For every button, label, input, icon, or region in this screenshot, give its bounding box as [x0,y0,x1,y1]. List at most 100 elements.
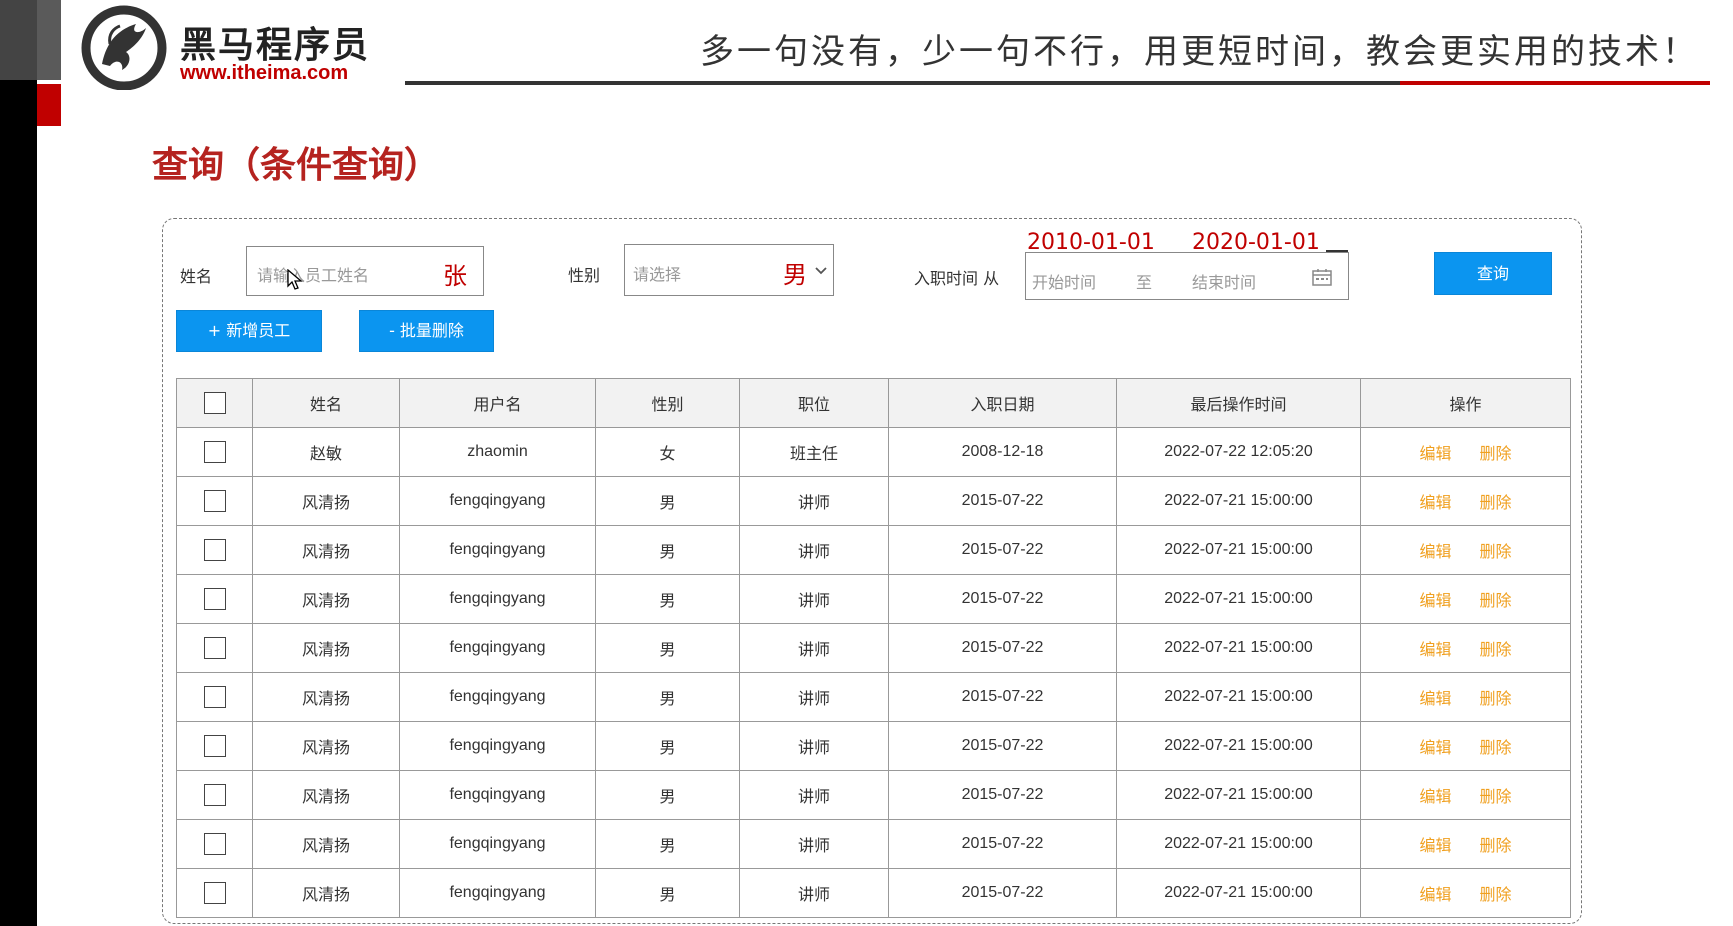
table-cell: 讲师 [739,770,889,820]
left-decor-grey-bar [37,0,61,80]
row-select-cell [176,819,253,869]
table-cell: zhaomin [399,427,596,477]
brand-name: 黑马程序员 [180,25,371,66]
edit-link[interactable]: 编辑 [1419,593,1451,610]
row-select-cell [176,574,253,624]
row-checkbox[interactable] [203,735,226,757]
date-start-input[interactable]: 开始时间 [1032,269,1096,293]
add-employee-button[interactable]: + 新增员工 [176,310,322,352]
row-actions-cell: 编辑 删除 [1360,525,1571,575]
row-checkbox[interactable] [203,637,226,659]
table-cell: 2015-07-22 [888,672,1117,722]
edit-link[interactable]: 编辑 [1419,691,1451,708]
date-end-input[interactable]: 结束时间 [1192,269,1256,293]
row-select-cell [176,476,253,526]
row-checkbox[interactable] [203,441,226,463]
gender-filter-placeholder: 请选择 [633,265,682,284]
delete-link[interactable]: 删除 [1480,789,1512,806]
left-decor-grey [0,0,37,80]
select-all-checkbox[interactable] [203,392,226,414]
edit-link[interactable]: 编辑 [1419,789,1451,806]
table-cell: fengqingyang [399,770,596,820]
row-checkbox[interactable] [203,539,226,561]
table-cell: 2022-07-21 15:00:00 [1116,868,1361,918]
table-row: 风清扬 fengqingyang 男讲师 2015-07-22 2022-07-21 1… [176,721,1571,771]
page-title: 查询（条件查询） [152,145,441,186]
row-checkbox[interactable] [203,882,226,904]
table-cell: 2015-07-22 [888,721,1117,771]
table-cell: 2022-07-21 15:00:00 [1116,525,1361,575]
table-cell: 赵敏 [252,427,400,477]
column-header: 操作 [1360,378,1571,428]
edit-link[interactable]: 编辑 [1419,446,1451,463]
edit-link[interactable]: 编辑 [1419,495,1451,512]
row-checkbox[interactable] [203,588,226,610]
table-cell: 男 [595,819,740,869]
name-filter-placeholder: 请输入员工姓名 [257,266,370,285]
row-select-cell [176,427,253,477]
row-select-cell [176,623,253,673]
row-checkbox[interactable] [203,686,226,708]
query-button[interactable]: 查询 [1434,252,1552,295]
row-select-cell [176,672,253,722]
table-cell: 男 [595,721,740,771]
delete-link[interactable]: 删除 [1480,495,1512,512]
chevron-down-icon [815,267,827,275]
row-select-cell [176,525,253,575]
column-header: 职位 [739,378,889,428]
table-cell: 风清扬 [252,672,400,722]
table-cell: 2015-07-22 [888,819,1117,869]
table-cell: 讲师 [739,868,889,918]
edit-link[interactable]: 编辑 [1419,740,1451,757]
delete-link[interactable]: 删除 [1480,446,1512,463]
delete-link[interactable]: 删除 [1480,740,1512,757]
table-cell: 讲师 [739,623,889,673]
table-cell: 男 [595,868,740,918]
column-header: 入职日期 [888,378,1117,428]
row-checkbox[interactable] [203,784,226,806]
row-checkbox[interactable] [203,490,226,512]
row-select-cell [176,721,253,771]
table-cell: 2022-07-21 15:00:00 [1116,770,1361,820]
date-range-picker[interactable]: 开始时间 至 结束时间 [1025,252,1349,300]
delete-link[interactable]: 删除 [1480,544,1512,561]
delete-link[interactable]: 删除 [1480,642,1512,659]
table-cell: 风清扬 [252,525,400,575]
delete-link[interactable]: 删除 [1480,887,1512,904]
table-cell: 2015-07-22 [888,525,1117,575]
table-cell: fengqingyang [399,476,596,526]
date-filter-label: 入职时间 从 [914,269,1000,288]
table-cell: fengqingyang [399,672,596,722]
delete-link[interactable]: 删除 [1480,691,1512,708]
table-cell: 2022-07-21 15:00:00 [1116,574,1361,624]
delete-link[interactable]: 删除 [1480,838,1512,855]
edit-link[interactable]: 编辑 [1419,544,1451,561]
table-row: 赵敏 zhaomin 女班主任 2008-12-18 2022-07-22 12:05:… [176,427,1571,477]
edit-link[interactable]: 编辑 [1419,838,1451,855]
row-actions-cell: 编辑 删除 [1360,623,1571,673]
table-row: 风清扬 fengqingyang 男讲师 2015-07-22 2022-07-21 1… [176,770,1571,820]
table-cell: fengqingyang [399,574,596,624]
table-body: 赵敏 zhaomin 女班主任 2008-12-18 2022-07-22 12:05:… [176,427,1571,918]
table-cell: 2015-07-22 [888,868,1117,918]
edit-link[interactable]: 编辑 [1419,642,1451,659]
delete-link[interactable]: 删除 [1480,593,1512,610]
table-cell: 男 [595,623,740,673]
table-cell: 2015-07-22 [888,770,1117,820]
edit-link[interactable]: 编辑 [1419,887,1451,904]
name-filter-input[interactable]: 请输入员工姓名 张 [246,246,484,296]
table-row: 风清扬 fengqingyang 男讲师 2015-07-22 2022-07-21 1… [176,574,1571,624]
employee-table: 姓名 用户名 性别 职位 入职日期 最后操作时间 操作 赵敏 zhaomin 女班主任 2008-… [176,378,1571,918]
mouse-cursor-icon [287,269,303,290]
row-checkbox[interactable] [203,833,226,855]
table-cell: fengqingyang [399,721,596,771]
table-cell: fengqingyang [399,623,596,673]
batch-delete-button[interactable]: - 批量删除 [359,310,494,352]
gender-filter-select[interactable]: 请选择 男 [624,244,834,296]
row-actions-cell: 编辑 删除 [1360,721,1571,771]
row-actions-cell: 编辑 删除 [1360,868,1571,918]
table-cell: 风清扬 [252,623,400,673]
table-cell: 讲师 [739,574,889,624]
table-cell: 2022-07-21 15:00:00 [1116,476,1361,526]
table-cell: 男 [595,770,740,820]
